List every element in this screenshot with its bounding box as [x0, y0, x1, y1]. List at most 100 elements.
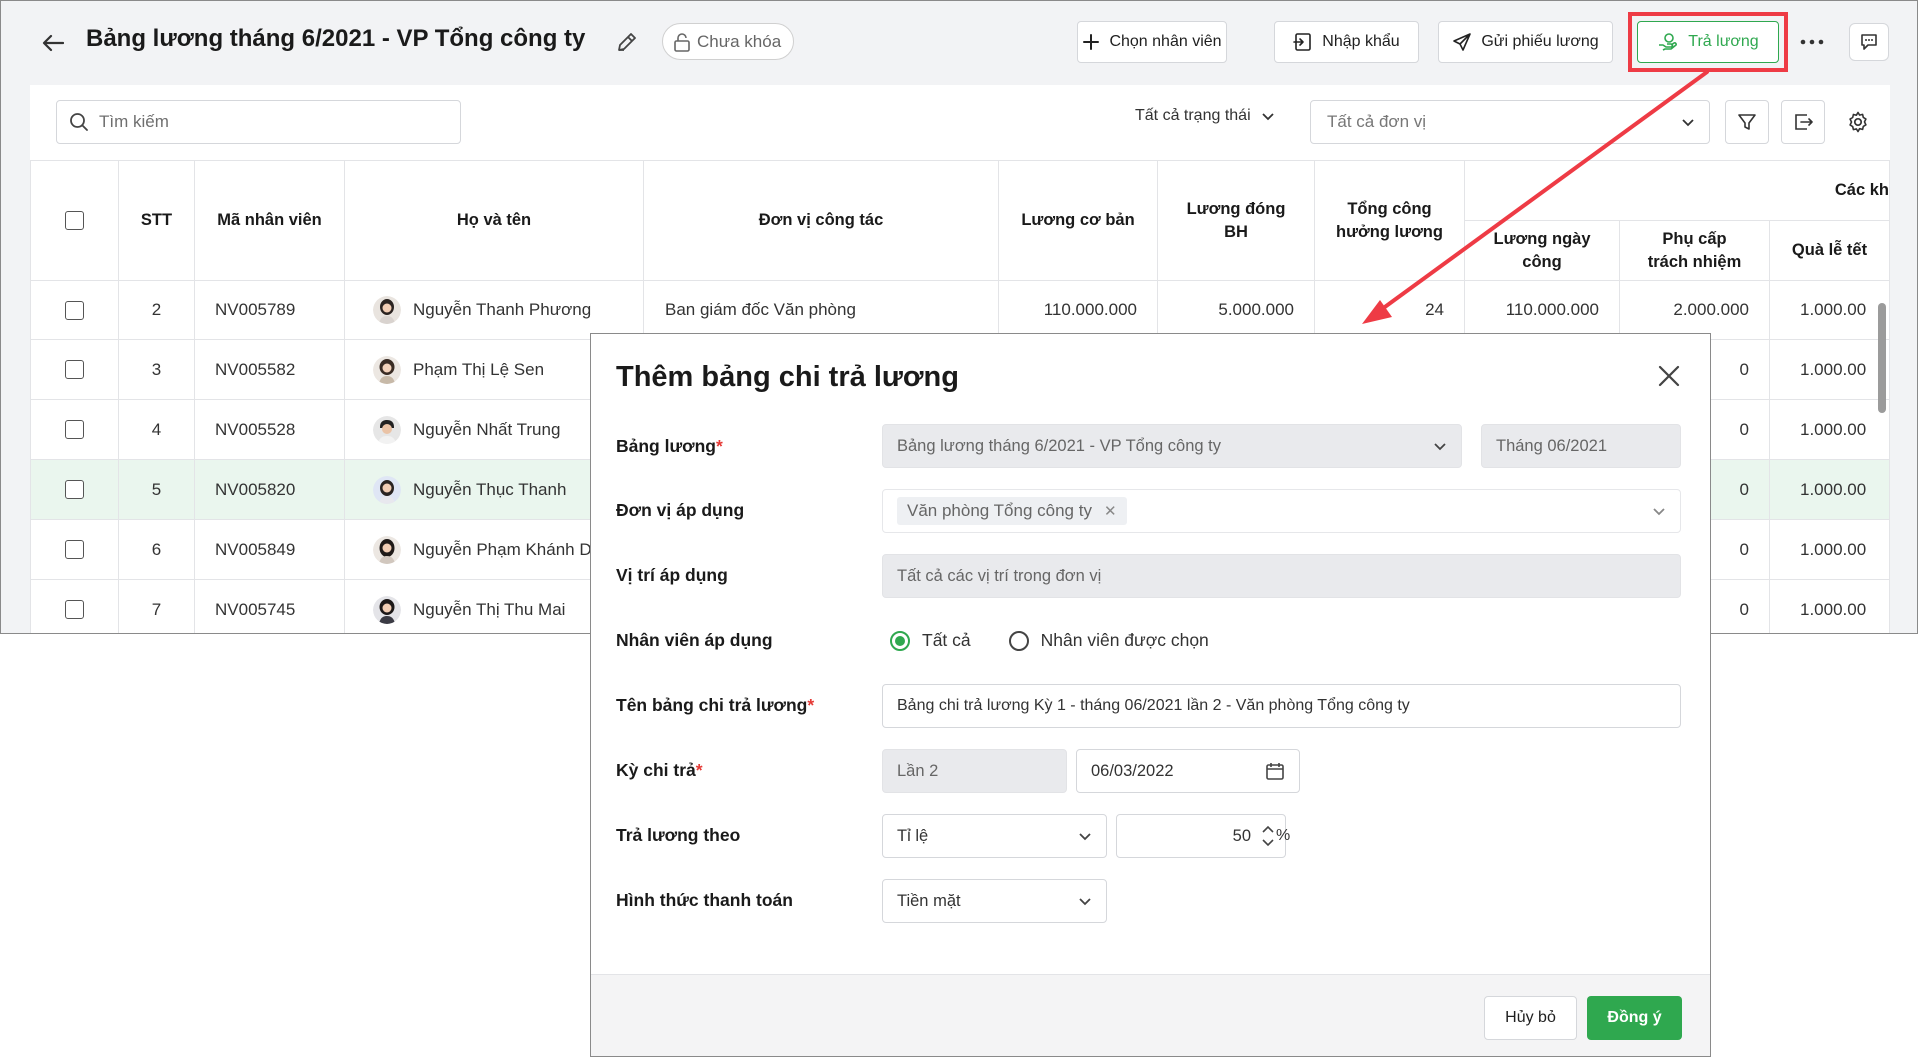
- col-responsibility-allowance: Phụ cấp trách nhiệm: [1620, 221, 1770, 281]
- export-button[interactable]: [1781, 100, 1825, 144]
- search-icon: [70, 113, 88, 131]
- select-all-checkbox[interactable]: [65, 211, 84, 230]
- row-select[interactable]: [30, 340, 119, 400]
- avatar: [373, 595, 401, 624]
- row-select[interactable]: [30, 460, 119, 520]
- avatar: [373, 415, 401, 444]
- col-base-salary: Lương cơ bản: [999, 160, 1158, 281]
- percent-stepper[interactable]: 50: [1116, 814, 1286, 858]
- import-icon: [1293, 33, 1312, 51]
- cell-stt: 3: [119, 340, 195, 400]
- cell-holiday-gift: 1.000.00: [1770, 281, 1890, 340]
- cell-holiday-gift: 1.000.00: [1770, 340, 1890, 400]
- import-button[interactable]: Nhập khẩu: [1274, 21, 1419, 63]
- payroll-label: Bảng lương*: [616, 436, 723, 456]
- search-input[interactable]: [99, 112, 439, 132]
- unit-filter-select[interactable]: Tất cả đơn vị: [1310, 100, 1710, 144]
- lock-status-label: Chưa khóa: [697, 31, 782, 51]
- search-box[interactable]: [56, 100, 461, 144]
- add-payment-dialog: Thêm bảng chi trả lương Bảng lương* Bảng…: [590, 333, 1711, 1057]
- stepper-arrows-icon[interactable]: [1261, 823, 1275, 849]
- col-employee-code: Mã nhân viên: [195, 160, 345, 281]
- pay-by-label: Trả lương theo: [616, 825, 741, 845]
- row-checkbox[interactable]: [65, 480, 84, 499]
- cell-daily-wage: 110.000.000: [1465, 281, 1620, 340]
- col-total-workdays: Tổng công hưởng lương: [1315, 160, 1465, 281]
- cell-holiday-gift: 1.000.00: [1770, 400, 1890, 460]
- row-select[interactable]: [30, 281, 119, 340]
- cell-base-salary: 110.000.000: [999, 281, 1158, 340]
- cell-department: Ban giám đốc Văn phòng: [644, 281, 999, 340]
- row-select[interactable]: [30, 580, 119, 633]
- pencil-edit-icon[interactable]: [615, 30, 641, 56]
- row-checkbox[interactable]: [65, 600, 84, 619]
- chevron-down-icon: [1434, 442, 1446, 450]
- cell-stt: 2: [119, 281, 195, 340]
- chip-remove-icon[interactable]: ✕: [1104, 502, 1117, 520]
- unlock-icon: [674, 32, 690, 52]
- cell-total-workdays: 24: [1315, 281, 1465, 340]
- send-payslip-button[interactable]: Gửi phiếu lương: [1438, 21, 1613, 63]
- unit-multiselect[interactable]: Văn phòng Tổng công ty ✕: [882, 489, 1681, 533]
- chevron-down-icon: [1079, 897, 1091, 905]
- cell-insurance-salary: 5.000.000: [1158, 281, 1315, 340]
- avatar: [373, 535, 401, 564]
- position-field: Tất cả các vị trí trong đơn vị: [882, 554, 1681, 598]
- col-stt: STT: [119, 160, 195, 281]
- cell-stt: 6: [119, 520, 195, 580]
- row-checkbox[interactable]: [65, 420, 84, 439]
- highlight-box: [1628, 12, 1788, 72]
- row-select[interactable]: [30, 400, 119, 460]
- chevron-down-icon: [1079, 832, 1091, 840]
- pay-by-select[interactable]: Tỉ lệ: [882, 814, 1107, 858]
- payment-method-select[interactable]: Tiền mặt: [882, 879, 1107, 923]
- col-daily-wage: Lương ngày công: [1465, 221, 1620, 281]
- cell-employee-code: NV005745: [195, 580, 345, 633]
- gear-icon[interactable]: [1841, 105, 1875, 139]
- col-department: Đơn vị công tác: [644, 160, 999, 281]
- vertical-scrollbar[interactable]: [1878, 303, 1886, 413]
- period-field: Lần 2: [882, 749, 1067, 793]
- radio-all[interactable]: Tất cả: [890, 630, 971, 651]
- chevron-down-icon: [1653, 507, 1665, 515]
- payroll-select[interactable]: Bảng lương tháng 6/2021 - VP Tổng công t…: [882, 424, 1462, 468]
- radio-selected-employees[interactable]: Nhân viên được chọn: [1008, 630, 1209, 651]
- status-filter-select[interactable]: Tất cả trạng thái: [1135, 107, 1275, 125]
- cell-full-name: Nguyễn Thanh Phương: [345, 281, 644, 340]
- cell-holiday-gift: 1.000.00: [1770, 580, 1890, 633]
- choose-employee-button[interactable]: Chọn nhân viên: [1077, 21, 1227, 63]
- cell-holiday-gift: 1.000.00: [1770, 460, 1890, 520]
- col-group-header: Các kh: [1465, 160, 1890, 221]
- filter-icon: [1738, 114, 1756, 130]
- col-holiday-gift: Quà lễ tết: [1770, 221, 1890, 281]
- more-dots-icon[interactable]: [1797, 27, 1827, 57]
- lock-status-badge: Chưa khóa: [662, 23, 795, 60]
- header-select-all[interactable]: [30, 160, 119, 281]
- avatar: [373, 296, 401, 324]
- cell-employee-code: NV005582: [195, 340, 345, 400]
- row-checkbox[interactable]: [65, 540, 84, 559]
- payment-method-label: Hình thức thanh toán: [616, 890, 793, 910]
- cell-holiday-gift: 1.000.00: [1770, 520, 1890, 580]
- row-checkbox[interactable]: [65, 360, 84, 379]
- calendar-icon[interactable]: [1265, 761, 1285, 781]
- cell-employee-code: NV005820: [195, 460, 345, 520]
- back-arrow-icon[interactable]: [39, 29, 67, 57]
- chevron-down-icon: [1261, 112, 1274, 120]
- period-date-input[interactable]: 06/03/2022: [1076, 749, 1300, 793]
- payment-name-input[interactable]: Bảng chi trả lương Kỳ 1 - tháng 06/2021 …: [882, 684, 1681, 728]
- cell-employee-code: NV005789: [195, 281, 345, 340]
- ok-button[interactable]: Đồng ý: [1587, 996, 1682, 1040]
- filter-button[interactable]: [1725, 100, 1769, 144]
- chat-icon[interactable]: [1849, 23, 1889, 61]
- close-icon[interactable]: [1654, 361, 1684, 391]
- cancel-button[interactable]: Hủy bỏ: [1484, 996, 1577, 1040]
- row-select[interactable]: [30, 520, 119, 580]
- cell-stt: 4: [119, 400, 195, 460]
- avatar: [373, 355, 401, 384]
- cell-stt: 7: [119, 580, 195, 633]
- position-label: Vị trí áp dụng: [616, 565, 728, 585]
- dialog-title: Thêm bảng chi trả lương: [616, 361, 959, 393]
- row-checkbox[interactable]: [65, 300, 84, 320]
- cell-stt: 5: [119, 460, 195, 520]
